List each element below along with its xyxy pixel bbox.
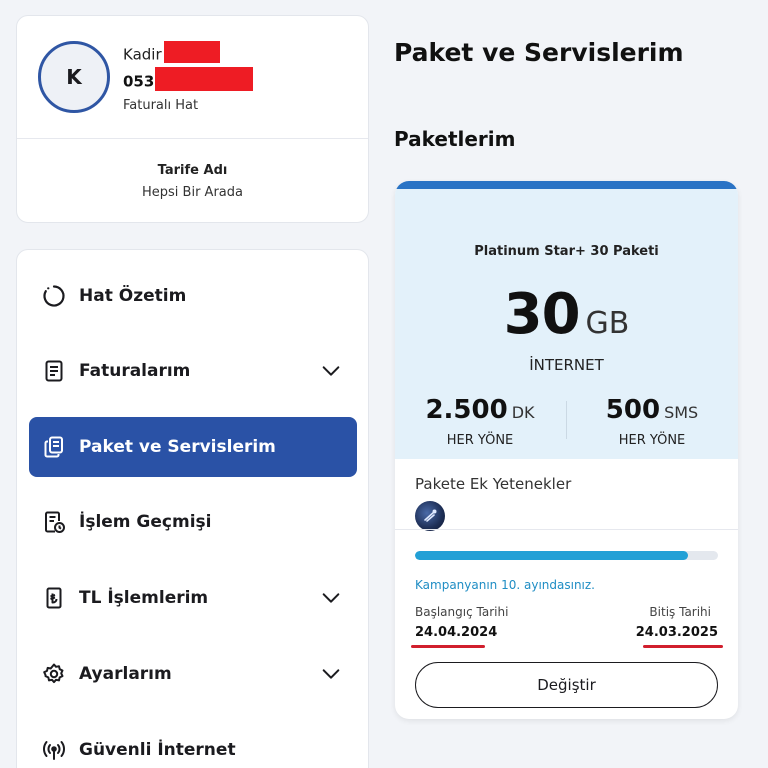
sidebar-item-islem-gecmisi[interactable]: İşlem Geçmişi <box>29 492 357 552</box>
end-date-highlight <box>643 645 723 648</box>
chevron-down-icon[interactable] <box>319 586 343 610</box>
tariff-label: Tarife Adı <box>157 163 228 178</box>
circle-loading-icon <box>41 283 67 309</box>
user-name: Kadir <box>123 41 220 66</box>
tariff-value: Hepsi Bir Arada <box>142 185 243 200</box>
internet-label: İNTERNET <box>529 356 604 374</box>
campaign-progress-bar <box>415 551 718 560</box>
sidebar-item-paket-ve-servislerim[interactable]: Paket ve Servislerim <box>29 417 357 477</box>
cards-icon <box>41 434 67 460</box>
sidebar-item-label: TL İşlemlerim <box>79 588 209 608</box>
chevron-down-icon[interactable] <box>319 359 343 383</box>
package-name: Platinum Star+ 30 Paketi <box>474 244 659 259</box>
sidebar-item-label: Hat Özetim <box>79 286 187 306</box>
phone-prefix: 053 <box>123 72 155 91</box>
avatar: K <box>38 41 110 113</box>
sms-unit: SMS <box>664 403 699 422</box>
gear-icon <box>41 661 67 687</box>
profile-card: K Kadir 053 Faturalı Hat Tarife Adı Heps… <box>16 15 369 223</box>
sidebar-item-label: Ayarlarım <box>79 664 172 684</box>
minutes-allowance: 2.500 DK HER YÖNE <box>395 395 565 448</box>
campaign-status-text: Kampanyanın 10. ayındasınız. <box>415 578 595 592</box>
history-document-icon <box>41 509 67 535</box>
user-first-name: Kadir <box>123 45 162 64</box>
card-accent-bar <box>395 181 738 189</box>
minutes-unit: DK <box>511 403 535 422</box>
addons-label: Pakete Ek Yetenekler <box>415 475 572 493</box>
signal-icon <box>41 737 67 763</box>
sidebar-item-ayarlarim[interactable]: Ayarlarım <box>29 644 357 704</box>
minutes-label: HER YÖNE <box>446 433 514 448</box>
end-date-value: 24.03.2025 <box>635 625 718 640</box>
redaction-box <box>163 41 220 63</box>
start-date-value: 24.04.2024 <box>415 625 498 640</box>
document-icon <box>41 358 67 384</box>
page-title: Paket ve Servislerim <box>394 38 684 67</box>
minutes-amount: 2.500 <box>425 395 508 425</box>
internet-allowance: 30 GB <box>395 282 738 347</box>
end-date-label: Bitiş Tarihi <box>649 605 711 619</box>
sms-amount: 500 <box>605 395 661 425</box>
sidebar-item-hat-ozetim[interactable]: Hat Özetim <box>29 266 357 326</box>
redaction-box <box>155 67 254 91</box>
lira-document-icon <box>41 585 67 611</box>
sidebar-menu: Hat Özetim Faturalarım Paket ve Servisle… <box>16 249 369 768</box>
package-summary: Platinum Star+ 30 Paketi 30 GB İNTERNET 2… <box>395 189 738 459</box>
campaign-progress-fill <box>415 551 688 560</box>
phone-number: 053 <box>123 67 254 94</box>
change-package-button[interactable]: Değiştir <box>415 662 718 708</box>
sidebar-item-label: Paket ve Servislerim <box>79 437 276 457</box>
package-card: Platinum Star+ 30 Paketi 30 GB İNTERNET 2… <box>395 181 738 719</box>
sms-label: HER YÖNE <box>618 433 686 448</box>
line-type: Faturalı Hat <box>123 98 199 113</box>
addon-feature-icon[interactable] <box>415 501 445 531</box>
divider <box>395 529 738 530</box>
start-date-highlight <box>411 645 485 648</box>
sidebar-item-tl-islemlerim[interactable]: TL İşlemlerim <box>29 568 357 628</box>
sidebar-item-faturalarim[interactable]: Faturalarım <box>29 341 357 401</box>
sms-allowance: 500 SMS HER YÖNE <box>567 395 737 448</box>
section-title: Paketlerim <box>394 127 516 151</box>
sidebar-item-label: Güvenli İnternet <box>79 740 236 760</box>
chevron-down-icon[interactable] <box>319 662 343 686</box>
sidebar-item-label: Faturalarım <box>79 361 191 381</box>
internet-amount: 30 <box>503 282 581 347</box>
start-date-label: Başlangıç Tarihi <box>415 605 509 619</box>
divider <box>17 138 368 139</box>
internet-unit: GB <box>585 306 630 341</box>
sidebar-item-guvenli-internet[interactable]: Güvenli İnternet <box>29 720 357 768</box>
sidebar-item-label: İşlem Geçmişi <box>79 512 212 532</box>
